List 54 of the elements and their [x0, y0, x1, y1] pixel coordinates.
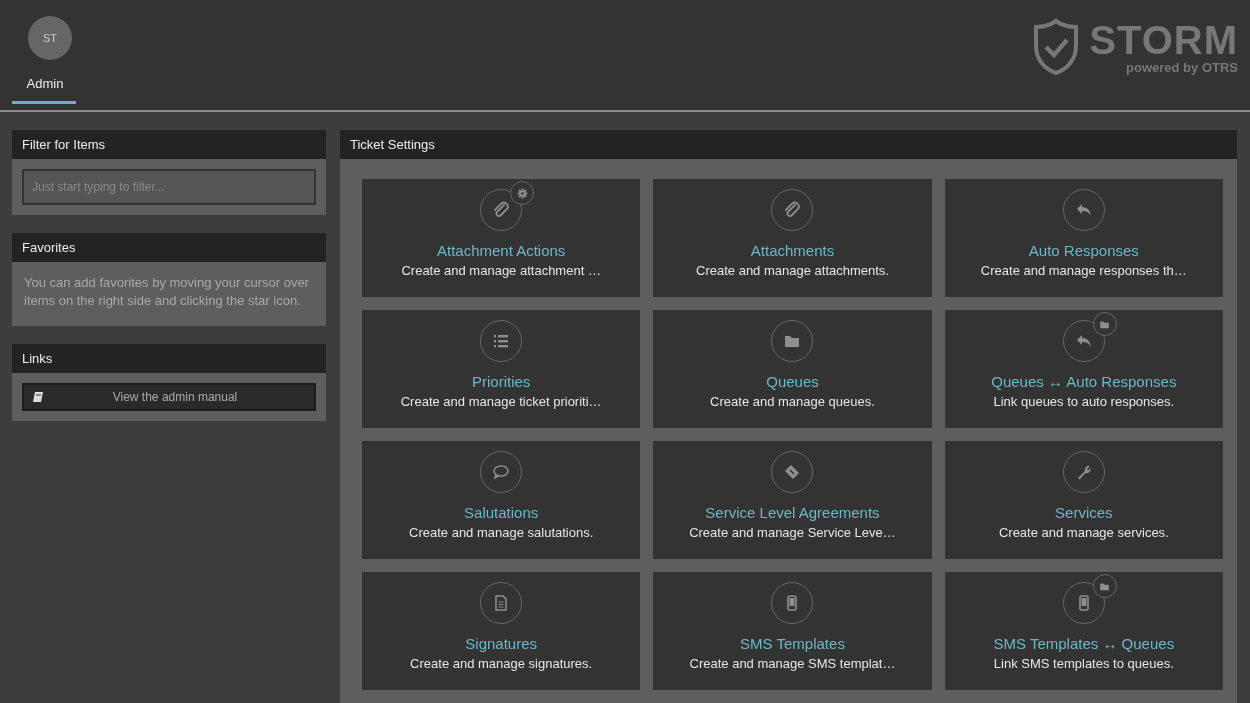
item-title: Attachments	[750, 242, 835, 259]
paperclip-icon	[492, 201, 511, 219]
admin-item-card[interactable]: Salutations Create and manage salutations.	[362, 441, 641, 559]
favorites-hint: You can add favorites by moving your cursor over items on the right side and clicking the star icon.	[23, 274, 310, 310]
item-title: Priorities	[472, 373, 531, 390]
admin-item-card[interactable]: Service Level Agreements Create and manage Service Leve…	[653, 441, 932, 559]
item-description: Create and manage salutations.	[409, 525, 594, 540]
item-description: Link SMS templates to queues.	[993, 656, 1174, 671]
speech-bubble-icon	[492, 463, 511, 481]
item-title: Services	[1055, 504, 1113, 521]
item-description: Link queues to auto responses.	[993, 394, 1175, 409]
item-description: Create and manage signatures.	[410, 656, 593, 671]
admin-item-card[interactable]: SMS Templates ↔ Queues Link SMS templates to queues.	[944, 572, 1223, 690]
panel-title: Ticket Settings	[340, 130, 1237, 159]
user-avatar[interactable]: ST	[28, 16, 72, 60]
widget-title: Links	[12, 344, 326, 373]
logo-tagline: powered by OTRS	[1126, 59, 1238, 75]
admin-item-card[interactable]: Queues ↔ Auto Responses Link queues to auto responses.	[944, 310, 1223, 428]
admin-item-card[interactable]: Services Create and manage services.	[944, 441, 1223, 559]
admin-item-card[interactable]: SMS Templates Create and manage SMS templat…	[653, 572, 932, 690]
item-description: Create and manage queues.	[710, 394, 875, 409]
item-description: Create and manage services.	[998, 525, 1169, 540]
item-title: SMS Templates ↔ Queues	[993, 635, 1175, 652]
item-title: Auto Responses	[1028, 242, 1139, 259]
admin-item-card[interactable]: Queues Create and manage queues.	[653, 310, 932, 428]
admin-item-card[interactable]: Attachments Create and manage attachments.	[653, 179, 932, 297]
shield-check-icon	[1033, 18, 1080, 76]
manual-link-button[interactable]: View the admin manual	[22, 383, 316, 411]
item-title: Service Level Agreements	[705, 504, 880, 521]
admin-item-card[interactable]: Attachment Actions Create and manage attachment …	[362, 179, 641, 297]
admin-item-card[interactable]: Signatures Create and manage signatures.	[362, 572, 641, 690]
item-title: Attachment Actions	[436, 242, 566, 259]
item-description: Create and manage attachment …	[401, 263, 601, 278]
item-description: Create and manage ticket prioriti…	[400, 394, 602, 409]
item-description: Create and manage attachments.	[696, 263, 889, 278]
item-title: Salutations	[464, 504, 539, 521]
nav-tab[interactable]: Admin	[12, 66, 76, 104]
gear-icon	[516, 187, 528, 199]
paperclip-icon	[783, 201, 802, 219]
item-description: Create and manage responses th…	[980, 263, 1187, 278]
item-title: SMS Templates	[740, 635, 845, 652]
folder-icon	[1099, 318, 1111, 330]
book-icon	[32, 391, 44, 403]
item-title: Queues ↔ Auto Responses	[991, 373, 1177, 390]
item-title: Queues	[766, 373, 819, 390]
widget-title: Favorites	[12, 233, 326, 262]
folder-icon	[1099, 580, 1111, 592]
admin-item-card[interactable]: Auto Responses Create and manage responses th…	[944, 179, 1223, 297]
admin-item-card[interactable]: Priorities Create and manage ticket prioriti…	[362, 310, 641, 428]
item-description: Create and manage SMS templat…	[689, 656, 896, 671]
item-title: Signatures	[465, 635, 537, 652]
logo-text: STORM	[1089, 19, 1238, 60]
widget-title: Filter for Items	[12, 130, 326, 159]
item-description: Create and manage Service Leve…	[689, 525, 896, 540]
